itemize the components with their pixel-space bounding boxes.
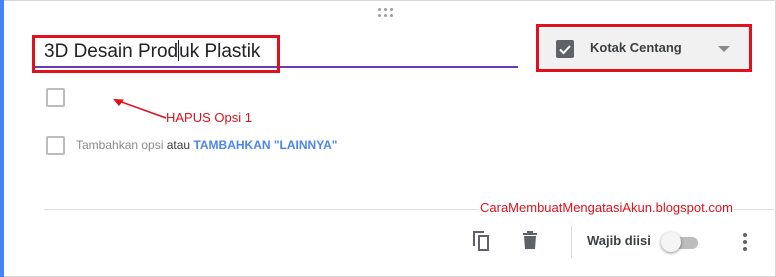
more-vert-icon[interactable] — [741, 233, 749, 251]
required-toggle-thumb[interactable] — [661, 232, 681, 252]
duplicate-icon[interactable] — [470, 229, 492, 258]
footer-vertical-divider — [571, 226, 572, 258]
required-label: Wajib diisi — [587, 233, 651, 248]
trash-icon[interactable] — [521, 230, 539, 255]
option-1-checkbox[interactable] — [46, 88, 65, 107]
add-option-link[interactable]: Tambahkan opsi — [76, 138, 163, 152]
drag-handle-icon[interactable] — [378, 8, 396, 20]
watermark-text: CaraMembuatMengatasiAkun.blogspot.com — [479, 200, 734, 215]
add-option-checkbox — [46, 136, 65, 155]
add-option-row: Tambahkan opsi atau TAMBAHKAN "LAINNYA" — [76, 138, 337, 152]
card-accent-bar — [0, 0, 4, 277]
title-highlight-box — [32, 35, 280, 73]
annotation-arrow-icon — [113, 99, 167, 119]
annotation-text: HAPUS Opsi 1 — [166, 110, 252, 125]
or-text: atau — [166, 138, 191, 152]
add-other-link[interactable]: TAMBAHKAN "LAINNYA" — [193, 138, 337, 152]
type-highlight-box — [536, 24, 752, 72]
